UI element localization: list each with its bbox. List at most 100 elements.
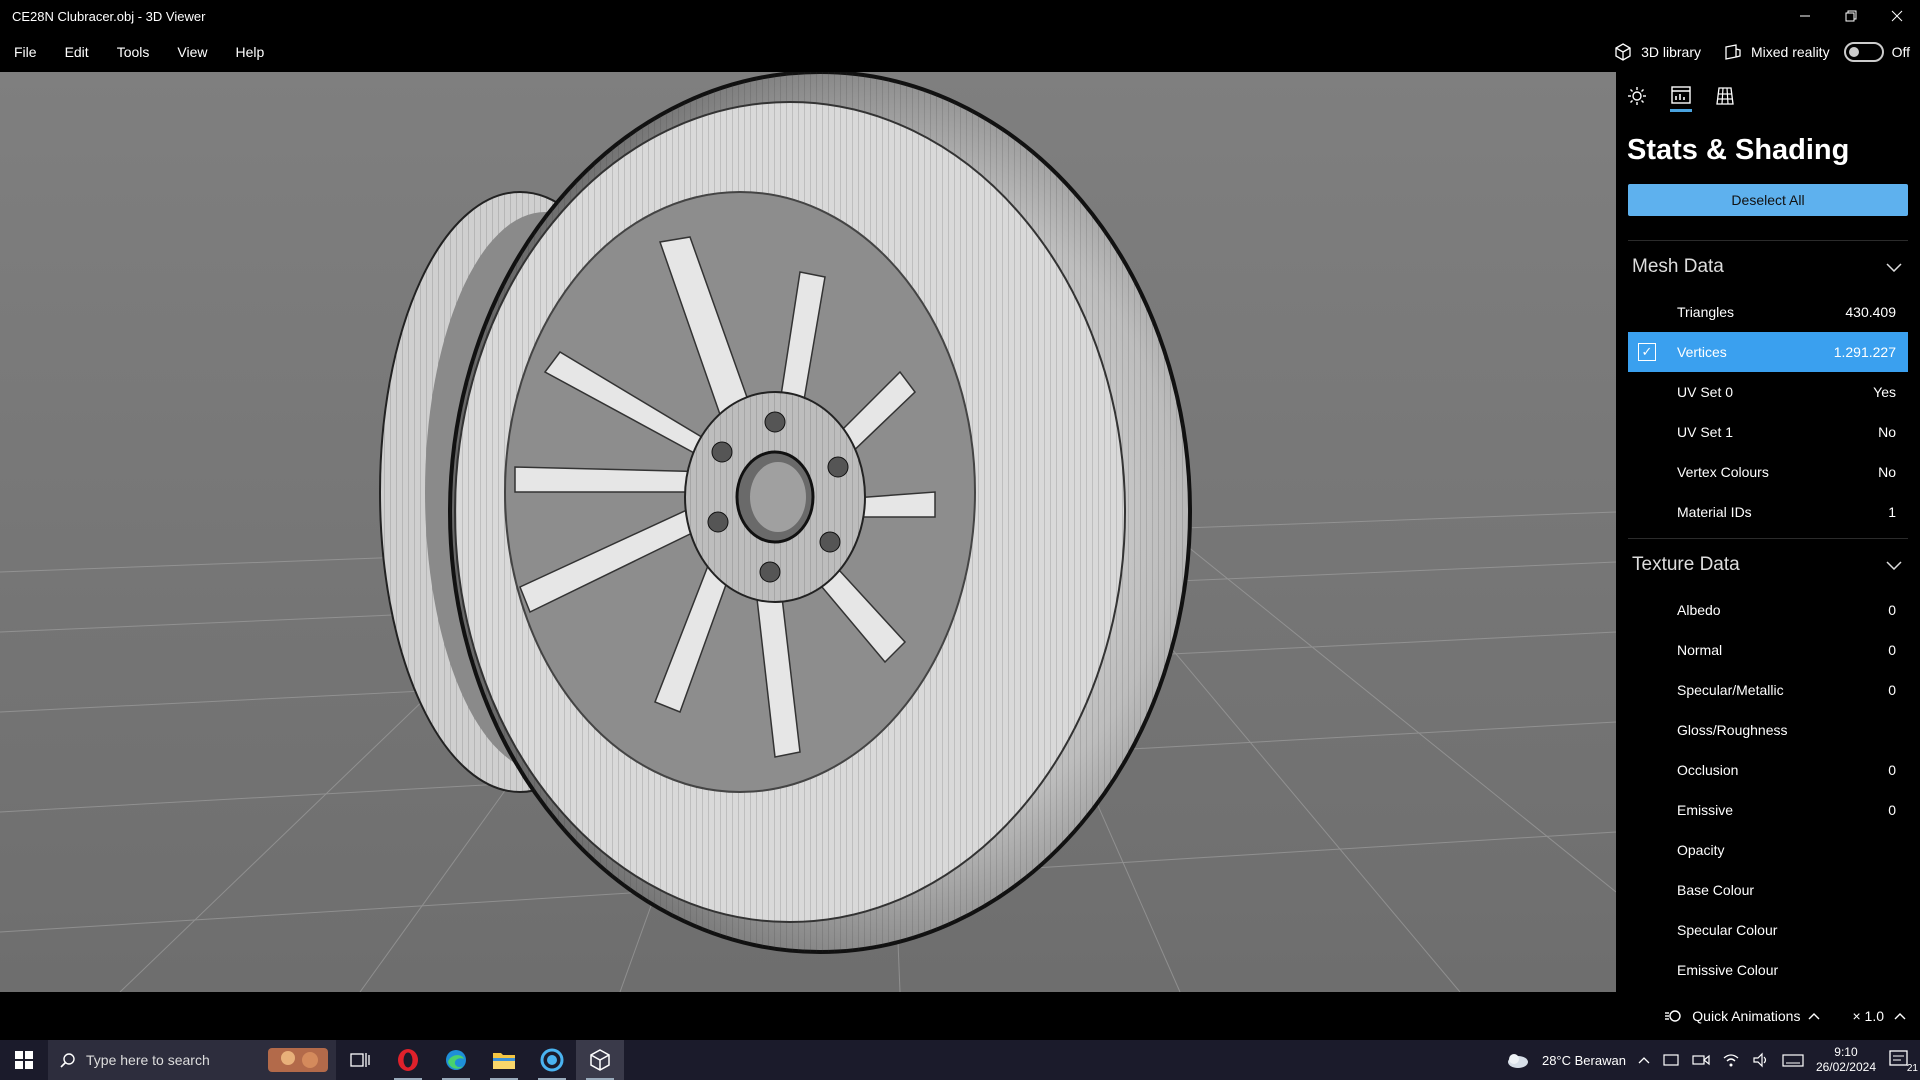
row-value: No <box>1878 424 1896 440</box>
restore-icon <box>1845 10 1857 22</box>
meet-now-icon[interactable] <box>1692 1052 1710 1068</box>
texture-row-emissive-colour[interactable]: Emissive Colour <box>1628 950 1908 990</box>
animation-icon <box>1665 1010 1681 1022</box>
row-label: UV Set 1 <box>1677 424 1734 440</box>
wifi-icon[interactable] <box>1722 1052 1740 1068</box>
network-icon[interactable] <box>1662 1052 1680 1068</box>
row-value: 430.409 <box>1845 304 1896 320</box>
opera-app[interactable] <box>384 1040 432 1080</box>
row-value: 0 <box>1888 762 1896 778</box>
opera-icon <box>398 1049 418 1071</box>
mixed-reality-button[interactable]: Mixed reality <box>1723 42 1830 62</box>
texture-row-specular-colour[interactable]: Specular Colour <box>1628 910 1908 950</box>
clock-time: 9:10 <box>1834 1045 1858 1059</box>
checkbox-checked[interactable]: ✓ <box>1638 343 1656 361</box>
mesh-data-header[interactable]: Mesh Data <box>1628 240 1908 292</box>
task-view-button[interactable] <box>336 1040 384 1080</box>
cube-icon <box>590 1049 610 1071</box>
mesh-row-uv-set-0[interactable]: UV Set 0 Yes <box>1628 372 1908 412</box>
row-label: UV Set 0 <box>1677 384 1734 400</box>
3d-viewport[interactable] <box>0 72 1616 992</box>
toggle-state-label: Off <box>1891 44 1910 60</box>
windows-taskbar: Type here to search 28°C Berawan 9:10 26… <box>0 1040 1920 1080</box>
search-placeholder: Type here to search <box>86 1052 210 1068</box>
system-tray: 28°C Berawan 9:10 26/02/2024 21 <box>1504 1045 1920 1075</box>
texture-row-gloss-roughness[interactable]: Gloss/Roughness <box>1628 710 1908 750</box>
clock-date: 26/02/2024 <box>1815 1060 1876 1074</box>
row-value: 1 <box>1888 504 1896 520</box>
mesh-row-triangles[interactable]: Triangles 430.409 <box>1628 292 1908 332</box>
texture-row-emissive[interactable]: Emissive 0 <box>1628 790 1908 830</box>
texture-data-header[interactable]: Texture Data <box>1628 538 1908 590</box>
mesh-row-vertices[interactable]: ✓ Vertices 1.291.227 <box>1628 332 1908 372</box>
texture-data-heading: Texture Data <box>1632 553 1740 575</box>
mesh-data-section: Mesh Data Triangles 430.409 ✓ Vertices 1.29… <box>1628 240 1908 532</box>
mixed-reality-label: Mixed reality <box>1750 44 1830 60</box>
menu-tools[interactable]: Tools <box>103 44 164 60</box>
menu-edit[interactable]: Edit <box>51 44 103 60</box>
restore-button[interactable] <box>1828 0 1874 32</box>
mesh-row-vertex-colours[interactable]: Vertex Colours No <box>1628 452 1908 492</box>
tab-stats-shading[interactable] <box>1670 86 1692 112</box>
row-label: Gloss/Roughness <box>1677 722 1788 738</box>
title-bar: CE28N Clubracer.obj - 3D Viewer <box>0 0 1920 32</box>
quick-animations-button[interactable]: Quick Animations <box>1664 1008 1820 1024</box>
chevron-up-icon <box>1808 1013 1820 1020</box>
texture-row-base-colour[interactable]: Base Colour <box>1628 870 1908 910</box>
3d-viewer-app[interactable] <box>576 1040 624 1080</box>
browser-icon <box>540 1048 564 1072</box>
tab-lighting[interactable] <box>1626 86 1648 112</box>
tab-grid[interactable] <box>1714 86 1736 112</box>
playback-speed[interactable]: × 1.0 <box>1852 1008 1884 1024</box>
minimize-button[interactable] <box>1782 0 1828 32</box>
texture-row-specular-metallic[interactable]: Specular/Metallic 0 <box>1628 670 1908 710</box>
texture-row-occlusion[interactable]: Occlusion 0 <box>1628 750 1908 790</box>
stats-icon <box>1671 86 1691 104</box>
close-button[interactable] <box>1874 0 1920 32</box>
menu-view[interactable]: View <box>163 44 221 60</box>
row-label: Albedo <box>1677 602 1721 618</box>
texture-row-normal[interactable]: Normal 0 <box>1628 630 1908 670</box>
texture-row-opacity[interactable]: Opacity <box>1628 830 1908 870</box>
taskbar-search[interactable]: Type here to search <box>48 1040 336 1080</box>
menu-file[interactable]: File <box>0 44 51 60</box>
search-highlight-art <box>268 1048 328 1072</box>
row-label: Triangles <box>1677 304 1735 320</box>
start-button[interactable] <box>0 1040 48 1080</box>
edge-icon <box>446 1050 466 1070</box>
row-value: 1.291.227 <box>1833 344 1896 360</box>
row-value: 0 <box>1888 602 1896 618</box>
weather-text[interactable]: 28°C Berawan <box>1542 1053 1626 1068</box>
menu-help[interactable]: Help <box>221 44 278 60</box>
chevron-up-icon[interactable] <box>1638 1055 1650 1065</box>
minimize-icon <box>1800 15 1810 17</box>
task-view-icon <box>350 1053 370 1067</box>
file-explorer-app[interactable] <box>480 1040 528 1080</box>
row-label: Normal <box>1677 642 1723 658</box>
chevron-up-icon[interactable] <box>1894 1012 1906 1020</box>
quick-animations-label: Quick Animations <box>1692 1008 1801 1024</box>
cube-icon <box>1615 43 1631 61</box>
texture-row-albedo[interactable]: Albedo 0 <box>1628 590 1908 630</box>
browser-app[interactable] <box>528 1040 576 1080</box>
edge-app[interactable] <box>432 1040 480 1080</box>
mixed-reality-toggle[interactable] <box>1843 42 1884 62</box>
mesh-row-material-ids[interactable]: Material IDs 1 <box>1628 492 1908 532</box>
mesh-row-uv-set-1[interactable]: UV Set 1 No <box>1628 412 1908 452</box>
row-value: Yes <box>1873 384 1896 400</box>
row-value: 0 <box>1888 642 1896 658</box>
folder-icon <box>493 1053 515 1069</box>
grid-icon <box>1716 87 1734 105</box>
taskbar-clock[interactable]: 9:10 26/02/2024 <box>1816 1045 1876 1075</box>
keyboard-icon[interactable] <box>1782 1052 1804 1068</box>
row-label: Specular Colour <box>1677 922 1778 938</box>
row-label: Emissive <box>1677 802 1734 818</box>
volume-icon[interactable] <box>1752 1052 1770 1068</box>
row-label: Occlusion <box>1677 762 1739 778</box>
row-label: Base Colour <box>1677 882 1755 898</box>
row-value: No <box>1878 464 1896 480</box>
3d-library-button[interactable]: 3D library <box>1613 42 1701 62</box>
wheel-render <box>0 72 1616 992</box>
notification-center-button[interactable]: 21 <box>1888 1049 1918 1074</box>
deselect-all-button[interactable]: Deselect All <box>1628 184 1908 216</box>
